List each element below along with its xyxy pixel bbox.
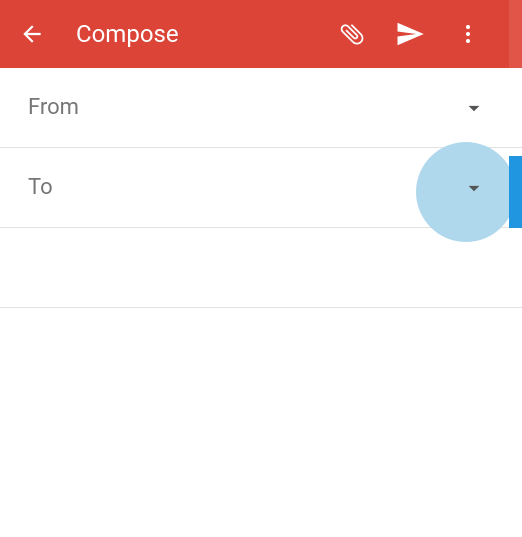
- more-vert-icon: [456, 22, 480, 46]
- subject-row[interactable]: [0, 228, 522, 308]
- from-row[interactable]: From: [0, 68, 522, 148]
- scroll-indicator: [509, 156, 522, 228]
- more-button[interactable]: [444, 10, 492, 58]
- toolbar-actions: [328, 10, 492, 58]
- back-button[interactable]: [8, 10, 56, 58]
- compose-form: From To: [0, 68, 522, 308]
- page-title: Compose: [76, 20, 328, 48]
- attachment-icon: [338, 20, 366, 48]
- compose-toolbar: Compose: [0, 0, 522, 68]
- from-label: From: [28, 95, 79, 120]
- toolbar-edge: [509, 0, 522, 68]
- to-expand-button[interactable]: [458, 172, 490, 204]
- send-button[interactable]: [386, 10, 434, 58]
- to-row[interactable]: To: [0, 148, 522, 228]
- send-icon: [395, 19, 425, 49]
- attach-button[interactable]: [328, 10, 376, 58]
- arrow-back-icon: [19, 21, 45, 47]
- chevron-down-icon: [461, 175, 487, 201]
- chevron-down-icon: [461, 95, 487, 121]
- to-label: To: [28, 175, 53, 200]
- from-expand-button[interactable]: [458, 92, 490, 124]
